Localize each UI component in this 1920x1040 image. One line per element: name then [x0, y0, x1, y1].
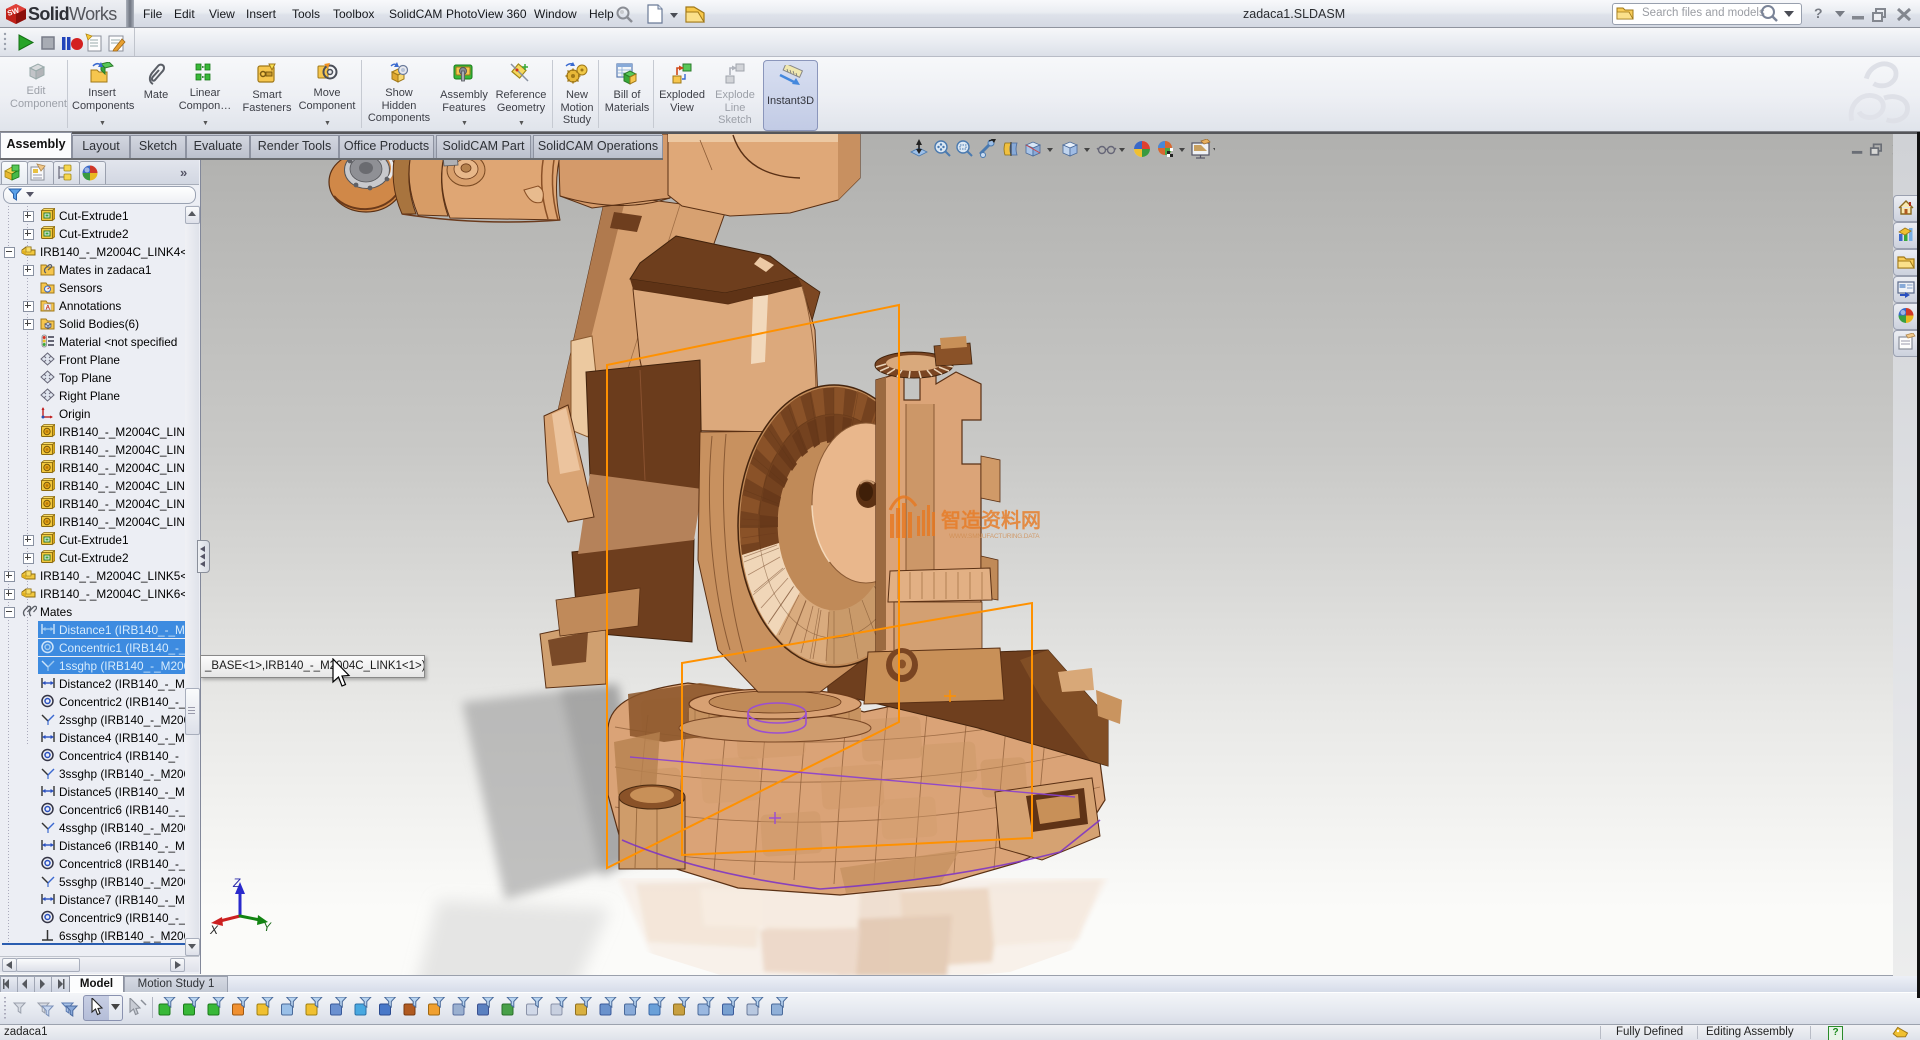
svg-text:Z: Z: [232, 876, 241, 890]
svg-text:智造资料网: 智造资料网: [941, 508, 1041, 532]
svg-text:Y: Y: [263, 920, 272, 934]
svg-text:A: A: [46, 305, 51, 312]
svg-text:WWW.SMNUFACTURING.DATA: WWW.SMNUFACTURING.DATA: [949, 533, 1040, 540]
svg-text:X: X: [209, 923, 219, 937]
